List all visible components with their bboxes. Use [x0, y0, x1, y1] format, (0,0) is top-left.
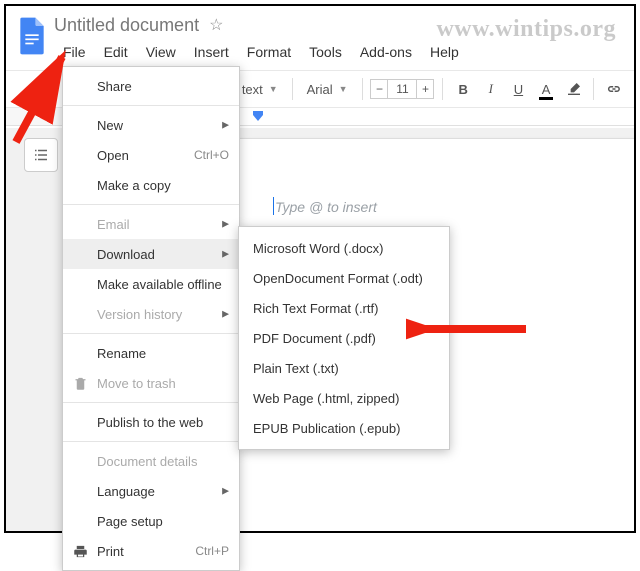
chevron-right-icon: ▶ — [222, 309, 229, 320]
menu-separator — [63, 441, 239, 442]
menu-item-label: Document details — [97, 454, 197, 469]
menu-item-label: Page setup — [97, 514, 163, 529]
indent-marker-icon[interactable] — [253, 110, 263, 126]
file-menu-print[interactable]: Print Ctrl+P — [63, 536, 239, 566]
file-menu-make-a-copy[interactable]: Make a copy — [63, 170, 239, 200]
download-option-epub-publication-epub[interactable]: EPUB Publication (.epub) — [239, 413, 449, 443]
text-cursor — [273, 197, 274, 215]
chevron-down-icon: ▼ — [339, 84, 348, 94]
menu-item-label: Publish to the web — [97, 415, 203, 430]
menu-shortcut: Ctrl+P — [195, 544, 229, 558]
download-option-opendocument-format-odt[interactable]: OpenDocument Format (.odt) — [239, 263, 449, 293]
download-option-plain-text-txt[interactable]: Plain Text (.txt) — [239, 353, 449, 383]
toolbar-separator — [442, 78, 443, 100]
menu-separator — [63, 204, 239, 205]
menu-tools[interactable]: Tools — [300, 40, 351, 64]
document-outline-button[interactable] — [24, 138, 58, 172]
file-menu-share[interactable]: Share — [63, 71, 239, 101]
font-family-label: Arial — [307, 82, 333, 97]
menu-item-label: Version history — [97, 307, 182, 322]
menu-item-label: Rename — [97, 346, 146, 361]
menu-separator — [63, 402, 239, 403]
menu-help[interactable]: Help — [421, 40, 468, 64]
file-menu-email: Email ▶ — [63, 209, 239, 239]
chevron-right-icon: ▶ — [222, 120, 229, 131]
file-menu-version-history: Version history ▶ — [63, 299, 239, 329]
download-submenu: Microsoft Word (.docx)OpenDocument Forma… — [238, 226, 450, 450]
download-option-pdf-document-pdf[interactable]: PDF Document (.pdf) — [239, 323, 449, 353]
toolbar-separator — [292, 78, 293, 100]
chevron-right-icon: ▶ — [222, 219, 229, 230]
font-size-increase-button[interactable]: + — [416, 79, 434, 99]
chevron-down-icon: ▼ — [269, 84, 278, 94]
chevron-right-icon: ▶ — [222, 249, 229, 260]
highlight-button[interactable] — [562, 75, 586, 103]
file-menu-dropdown: ShareNew▶OpenCtrl+OMake a copyEmail▶Down… — [62, 66, 240, 571]
insert-link-button[interactable] — [602, 75, 626, 103]
menu-item-label: New — [97, 118, 123, 133]
menu-item-label: Move to trash — [97, 376, 176, 391]
underline-button[interactable]: U — [507, 75, 531, 103]
italic-button[interactable]: I — [479, 75, 503, 103]
menu-format[interactable]: Format — [238, 40, 300, 64]
file-menu-download[interactable]: Download ▶ — [63, 239, 239, 269]
file-menu-language[interactable]: Language ▶ — [63, 476, 239, 506]
menu-shortcut: Ctrl+O — [194, 148, 229, 162]
menu-item-label: Share — [97, 79, 132, 94]
font-family-select[interactable]: Arial ▼ — [301, 75, 354, 103]
menu-item-label: Email — [97, 217, 130, 232]
file-menu-page-setup[interactable]: Page setup — [63, 506, 239, 536]
download-option-web-page-html-zipped[interactable]: Web Page (.html, zipped) — [239, 383, 449, 413]
menu-file[interactable]: File — [54, 40, 95, 64]
menu-insert[interactable]: Insert — [185, 40, 238, 64]
menu-item-label: Print — [97, 544, 124, 559]
bold-button[interactable]: B — [451, 75, 475, 103]
menu-view[interactable]: View — [137, 40, 185, 64]
print-icon — [71, 542, 89, 560]
star-icon[interactable]: ☆ — [209, 15, 223, 35]
menu-addons[interactable]: Add-ons — [351, 40, 421, 64]
file-menu-document-details: Document details — [63, 446, 239, 476]
file-menu-move-to-trash: Move to trash — [63, 368, 239, 398]
menu-item-label: Download — [97, 247, 155, 262]
menu-item-label: Make available offline — [97, 277, 222, 292]
file-menu-new[interactable]: New ▶ — [63, 110, 239, 140]
menu-separator — [63, 105, 239, 106]
font-size-stepper: − 11 + — [370, 79, 434, 99]
menu-item-label: Open — [97, 148, 129, 163]
docs-logo[interactable] — [14, 12, 50, 60]
app-header: Untitled document ☆ FileEditViewInsertFo… — [6, 6, 634, 70]
toolbar-separator — [362, 78, 363, 100]
toolbar-separator — [593, 78, 594, 100]
menu-item-label: Make a copy — [97, 178, 171, 193]
font-size-value[interactable]: 11 — [388, 79, 416, 99]
download-option-rich-text-format-rtf[interactable]: Rich Text Format (.rtf) — [239, 293, 449, 323]
file-menu-publish-to-the-web[interactable]: Publish to the web — [63, 407, 239, 437]
file-menu-rename[interactable]: Rename — [63, 338, 239, 368]
font-size-decrease-button[interactable]: − — [370, 79, 388, 99]
download-option-microsoft-word-docx[interactable]: Microsoft Word (.docx) — [239, 233, 449, 263]
menu-item-label: Language — [97, 484, 155, 499]
menubar: FileEditViewInsertFormatToolsAdd-onsHelp — [54, 40, 626, 64]
menu-separator — [63, 333, 239, 334]
document-title[interactable]: Untitled document — [54, 15, 199, 36]
trash-icon — [71, 374, 89, 392]
menu-edit[interactable]: Edit — [95, 40, 137, 64]
file-menu-open[interactable]: Open Ctrl+O — [63, 140, 239, 170]
file-menu-make-available-offline[interactable]: Make available offline — [63, 269, 239, 299]
chevron-right-icon: ▶ — [222, 486, 229, 497]
text-color-button[interactable]: A — [534, 75, 558, 103]
page-placeholder: Type @ to insert — [275, 199, 377, 215]
